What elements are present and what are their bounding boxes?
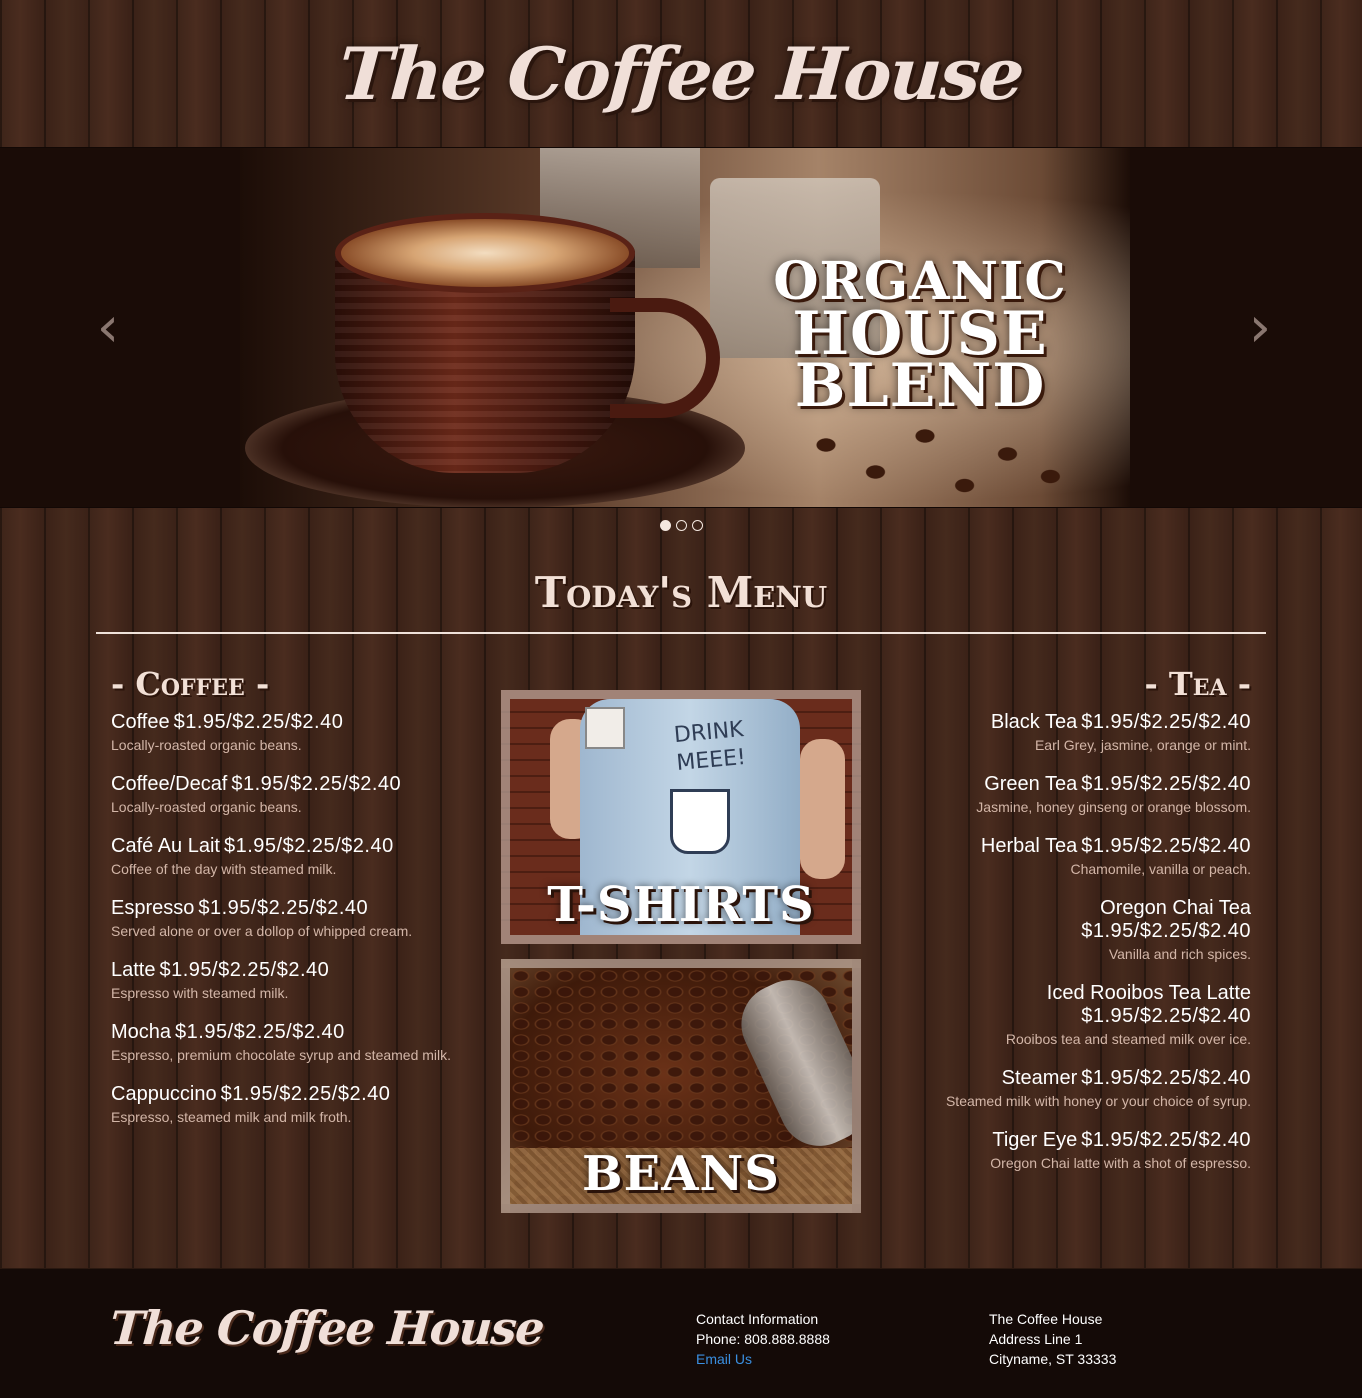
address-city: Cityname, ST 33333 — [989, 1351, 1117, 1367]
menu-item-description: Espresso, premium chocolate syrup and st… — [111, 1047, 452, 1063]
menu-item-name: Latte — [111, 959, 156, 981]
menu-item-name: Café Au Lait — [111, 835, 220, 857]
menu-item-name: Green Tea — [984, 773, 1078, 795]
menu-item: Iced Rooibos Tea Latte $1.95/$2.25/$2.40… — [871, 982, 1251, 1049]
slide-caption-line: BLEND — [794, 351, 1046, 421]
promo-label: T-SHIRTS — [547, 877, 815, 933]
menu-item-name: Mocha — [111, 1021, 172, 1043]
menu-item: Latte $1.95/$2.25/$2.40 Espresso with ste… — [111, 959, 491, 1003]
footer-address: The Coffee House Address Line 1 Cityname… — [989, 1309, 1116, 1369]
menu-item-price: $1.95/$2.25/$2.40 — [1081, 1067, 1251, 1089]
photo-mug-image — [585, 707, 625, 749]
menu-item-description: Coffee of the day with steamed milk. — [111, 861, 337, 877]
menu-item-price: $1.95/$2.25/$2.40 — [175, 1021, 345, 1043]
menu-heading: Today's Menu — [534, 568, 828, 617]
tea-menu: - Tea - Black Tea $1.95/$2.25/$2.40 Earl … — [871, 665, 1251, 1191]
latte-art-image — [335, 213, 635, 293]
menu-item-name: Coffee/Decaf — [111, 773, 228, 795]
site-title[interactable]: The Coffee House — [336, 31, 1025, 116]
menu-item-description: Earl Grey, jasmine, orange or mint. — [1034, 737, 1251, 753]
menu-item-description: Locally-roasted organic beans. — [111, 799, 302, 815]
footer-contact: Contact Information Phone: 808.888.8888 … — [696, 1309, 830, 1369]
carousel-dot-3[interactable] — [691, 520, 703, 531]
contact-phone: Phone: 808.888.8888 — [696, 1331, 830, 1347]
menu-item-description: Chamomile, vanilla or peach. — [1070, 861, 1251, 877]
scattered-beans-image — [760, 418, 1090, 507]
menu-item: Cappuccino $1.95/$2.25/$2.40 Espresso, st… — [111, 1083, 491, 1127]
tshirt-print-text: DRINK MEEE! — [672, 717, 747, 776]
menu-item: Black Tea $1.95/$2.25/$2.40 Earl Grey, ja… — [871, 711, 1251, 755]
menu-item-description: Oregon Chai latte with a shot of espress… — [990, 1155, 1251, 1171]
coffee-section-title: - Coffee - — [111, 665, 270, 703]
menu-item-name: Herbal Tea — [980, 835, 1078, 857]
menu-item-name: Steamer — [1001, 1067, 1078, 1089]
menu-item-name: Tiger Eye — [992, 1129, 1078, 1151]
carousel-slide[interactable]: ORGANIC HOUSE BLEND — [240, 148, 1130, 507]
carousel-dot-2[interactable] — [675, 520, 687, 531]
beans-promo-link[interactable]: BEANS — [501, 959, 861, 1213]
menu-item-name: Oregon Chai Tea — [1100, 897, 1251, 919]
tea-section-title: - Tea - — [1144, 665, 1252, 703]
menu-item-price: $1.95/$2.25/$2.40 — [220, 1083, 391, 1105]
menu-item-description: Served alone or over a dollop of whipped… — [111, 923, 413, 939]
menu-item-name: Black Tea — [990, 711, 1078, 733]
address-line: Address Line 1 — [989, 1331, 1083, 1347]
contact-heading: Contact Information — [696, 1311, 819, 1327]
menu-item-price: $1.95/$2.25/$2.40 — [1081, 1129, 1251, 1151]
mug-cartoon-icon — [670, 789, 730, 854]
menu-item: Oregon Chai Tea $1.95/$2.25/$2.40 Vanill… — [871, 897, 1251, 964]
cup-handle-image — [610, 298, 720, 418]
menu-item: Café Au Lait $1.95/$2.25/$2.40 Coffee of … — [111, 835, 491, 879]
email-link[interactable]: Email Us — [696, 1349, 830, 1369]
menu-item-price: $1.95/$2.25/$2.40 — [173, 711, 344, 733]
site-footer: The Coffee House Contact Information Pho… — [0, 1268, 1362, 1398]
address-name: The Coffee House — [989, 1311, 1103, 1327]
tshirts-promo-link[interactable]: DRINK MEEE! T-SHIRTS — [501, 690, 861, 944]
menu-item: Mocha $1.95/$2.25/$2.40 Espresso, premium… — [111, 1021, 491, 1065]
menu-item-description: Rooibos tea and steamed milk over ice. — [1005, 1031, 1251, 1047]
menu-item-description: Espresso, steamed milk and milk froth. — [111, 1109, 352, 1125]
chevron-left-icon[interactable]: ‹ — [88, 298, 128, 358]
menu-item-name: Coffee — [111, 711, 170, 733]
menu-item-price: $1.95/$2.25/$2.40 — [1081, 711, 1251, 733]
menu-item-name: Cappuccino — [111, 1083, 217, 1105]
menu-item: Coffee/Decaf $1.95/$2.25/$2.40 Locally-ro… — [111, 773, 491, 817]
menu-item-price: $1.95/$2.25/$2.40 — [1081, 773, 1251, 795]
menu-item-description: Locally-roasted organic beans. — [111, 737, 302, 753]
coffee-menu: - Coffee - Coffee $1.95/$2.25/$2.40 Local… — [111, 665, 491, 1145]
carousel-dot-1[interactable] — [659, 520, 671, 531]
menu-item-name: Espresso — [111, 897, 195, 919]
menu-item-name: Iced Rooibos Tea Latte — [1046, 982, 1251, 1004]
menu-item-price: $1.95/$2.25/$2.40 — [231, 773, 402, 795]
promo-label: BEANS — [582, 1146, 780, 1202]
footer-logo[interactable]: The Coffee House — [108, 1301, 545, 1355]
menu-item: Tiger Eye $1.95/$2.25/$2.40 Oregon Chai l… — [871, 1129, 1251, 1173]
menu-item-price: $1.95/$2.25/$2.40 — [159, 959, 330, 981]
menu-item: Green Tea $1.95/$2.25/$2.40 Jasmine, hone… — [871, 773, 1251, 817]
menu-item-description: Steamed milk with honey or your choice o… — [945, 1093, 1251, 1109]
hero-carousel: ORGANIC HOUSE BLEND ‹ › — [0, 147, 1362, 508]
menu-item: Coffee $1.95/$2.25/$2.40 Locally-roasted … — [111, 711, 491, 755]
menu-item: Herbal Tea $1.95/$2.25/$2.40 Chamomile, v… — [871, 835, 1251, 879]
menu-item-description: Espresso with steamed milk. — [111, 985, 289, 1001]
menu-item: Espresso $1.95/$2.25/$2.40 Served alone o… — [111, 897, 491, 941]
menu-item-price: $1.95/$2.25/$2.40 — [198, 897, 369, 919]
menu-item-price: $1.95/$2.25/$2.40 — [1081, 1005, 1251, 1027]
carousel-indicators — [0, 520, 1362, 534]
site-header: The Coffee House — [0, 0, 1362, 147]
menu-item: Steamer $1.95/$2.25/$2.40 Steamed milk wi… — [871, 1067, 1251, 1111]
menu-item-description: Vanilla and rich spices. — [1108, 946, 1251, 962]
menu-item-price: $1.95/$2.25/$2.40 — [1081, 920, 1251, 942]
slide-caption: ORGANIC HOUSE BLEND — [770, 256, 1070, 421]
menu-item-price: $1.95/$2.25/$2.40 — [223, 835, 394, 857]
menu-item-price: $1.95/$2.25/$2.40 — [1081, 835, 1251, 857]
menu-item-description: Jasmine, honey ginseng or orange blossom… — [976, 799, 1251, 815]
menu-divider — [96, 632, 1266, 634]
chevron-right-icon[interactable]: › — [1240, 298, 1280, 358]
arm-image — [800, 739, 845, 879]
